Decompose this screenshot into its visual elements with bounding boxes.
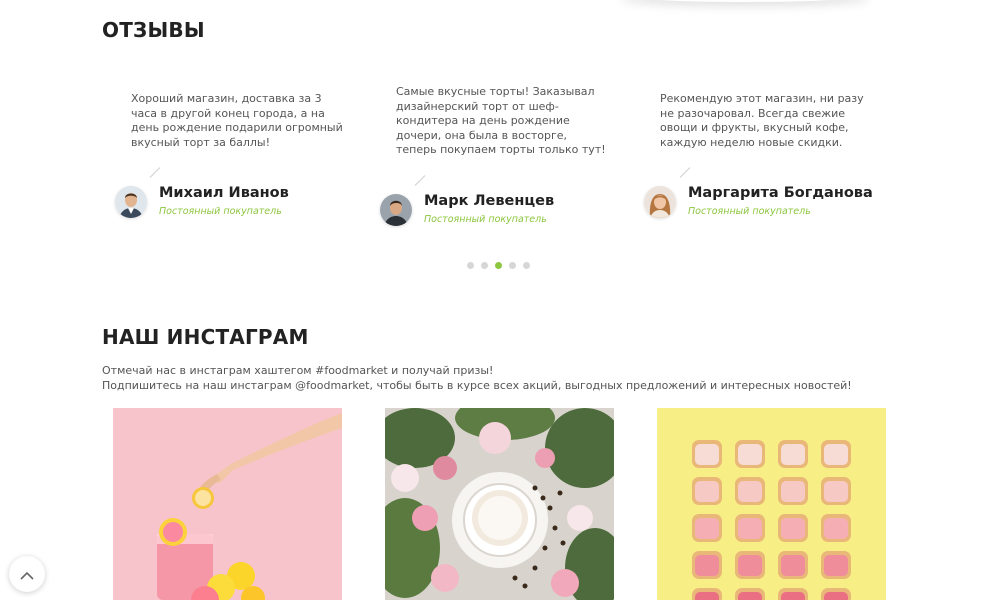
reviews-title: ОТЗЫВЫ bbox=[102, 18, 205, 42]
avatar bbox=[115, 186, 147, 218]
review-card: Рекомендую этот магазин, ни разу не разо… bbox=[644, 92, 884, 150]
scroll-to-top-button[interactable] bbox=[9, 556, 45, 592]
pagination-dot-active[interactable] bbox=[495, 262, 502, 269]
pagination-dot[interactable] bbox=[523, 262, 530, 269]
instagram-photo[interactable] bbox=[385, 408, 614, 600]
review-card: Самые вкусные торты! Заказывал дизайнерс… bbox=[380, 85, 620, 158]
avatar bbox=[644, 186, 676, 218]
instagram-photo[interactable] bbox=[657, 408, 886, 600]
pagination-dot[interactable] bbox=[467, 262, 474, 269]
avatar bbox=[380, 194, 412, 226]
author-name: Марк Левенцев bbox=[424, 193, 555, 209]
instagram-title: НАШ ИНСТАГРАМ bbox=[102, 325, 309, 349]
quote-tail bbox=[414, 175, 426, 186]
reviews-pagination bbox=[467, 262, 530, 269]
author-role: Постоянный покупатель bbox=[688, 206, 811, 217]
pagination-dot[interactable] bbox=[509, 262, 516, 269]
author-role: Постоянный покупатель bbox=[424, 214, 547, 225]
author-name: Маргарита Богданова bbox=[688, 185, 873, 201]
instagram-line-1: Отмечай нас в инстаграм хаштегом #foodma… bbox=[102, 364, 494, 377]
instagram-line-2: Подпишитесь на наш инстаграм @foodmarket… bbox=[102, 379, 852, 392]
quote-tail bbox=[149, 167, 161, 178]
instagram-description: Отмечай нас в инстаграм хаштегом #foodma… bbox=[102, 363, 852, 393]
pagination-dot[interactable] bbox=[481, 262, 488, 269]
review-text: Самые вкусные торты! Заказывал дизайнерс… bbox=[396, 85, 606, 156]
review-author: Михаил Иванов Постоянный покупатель bbox=[115, 184, 289, 218]
review-text: Хороший магазин, доставка за 3 часа в др… bbox=[131, 92, 343, 149]
author-role: Постоянный покупатель bbox=[159, 206, 282, 217]
author-name: Михаил Иванов bbox=[159, 185, 289, 201]
chevron-up-icon bbox=[20, 565, 34, 584]
header-shadow bbox=[620, 0, 870, 2]
review-text: Рекомендую этот магазин, ни разу не разо… bbox=[660, 92, 864, 149]
review-author: Марк Левенцев Постоянный покупатель bbox=[380, 192, 554, 226]
instagram-photo[interactable] bbox=[113, 408, 342, 600]
review-card: Хороший магазин, доставка за 3 часа в др… bbox=[115, 92, 355, 150]
review-author: Маргарита Богданова Постоянный покупател… bbox=[644, 184, 873, 218]
quote-tail bbox=[679, 167, 691, 178]
